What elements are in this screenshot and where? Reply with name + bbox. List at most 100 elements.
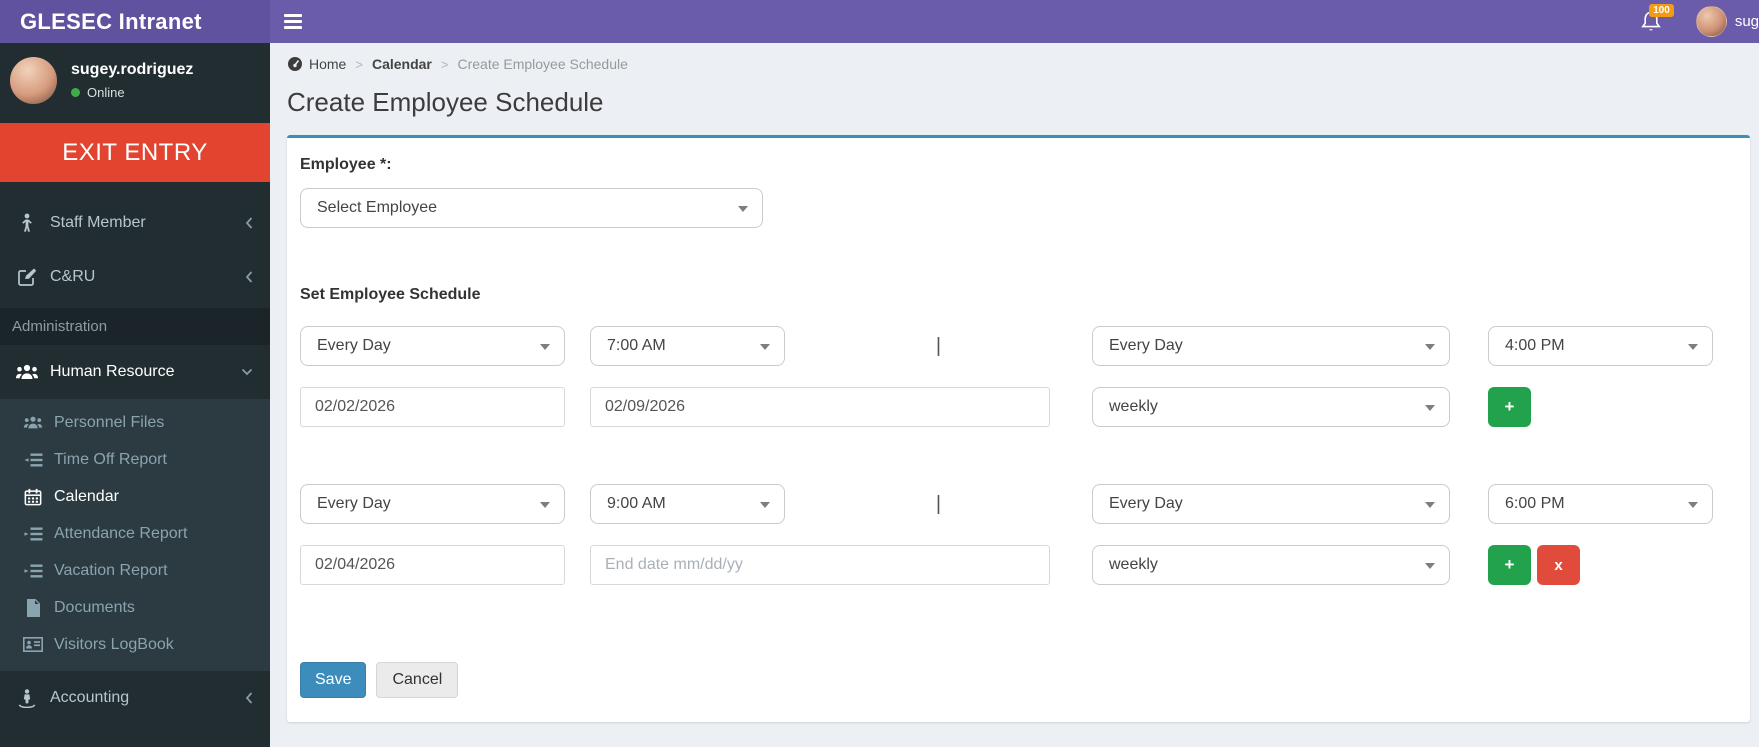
schedule-2-end-date-input[interactable] xyxy=(590,545,1050,585)
schedule-form-card: Employee *: Select Employee Set Employee… xyxy=(287,135,1750,722)
submenu-item-label: Time Off Report xyxy=(54,450,167,468)
breadcrumb-current: Create Employee Schedule xyxy=(457,56,628,72)
users-icon xyxy=(15,363,39,381)
list-icon xyxy=(22,452,44,468)
sidebar-item-label: C&RU xyxy=(50,268,96,285)
sidebar-item-accounting[interactable]: Accounting xyxy=(0,671,270,725)
save-button[interactable]: Save xyxy=(300,662,367,698)
schedule-2-end-day-select[interactable]: Every Day xyxy=(1092,484,1450,524)
sidebar-item-cru[interactable]: C&RU xyxy=(0,250,270,304)
person-icon xyxy=(15,213,39,233)
employee-label: Employee *: xyxy=(300,156,392,173)
exit-entry-button[interactable]: EXIT ENTRY xyxy=(0,123,270,182)
caret-down-icon xyxy=(540,344,550,350)
schedule-2-start-time-select[interactable]: 9:00 AM xyxy=(590,484,785,524)
user-status-label: Online xyxy=(87,84,125,100)
hr-submenu: Personnel Files Time Off Report Calendar… xyxy=(0,399,270,671)
start-time-value: 9:00 AM xyxy=(607,495,666,512)
breadcrumb-calendar[interactable]: Calendar xyxy=(372,56,432,72)
sidebar-item-visitors-logbook[interactable]: Visitors LogBook xyxy=(0,626,270,663)
remove-schedule-button[interactable]: x xyxy=(1537,545,1580,585)
chevron-left-icon xyxy=(244,215,254,231)
sidebar-item-vacation-report[interactable]: Vacation Report xyxy=(0,552,270,589)
chevron-left-icon xyxy=(244,690,254,706)
address-card-icon xyxy=(22,637,44,652)
end-time-value: 6:00 PM xyxy=(1505,495,1565,512)
submenu-item-label: Calendar xyxy=(54,487,119,505)
caret-down-icon xyxy=(1425,405,1435,411)
sidebar-section-administration: Administration xyxy=(0,308,270,345)
cancel-button[interactable]: Cancel xyxy=(376,662,459,698)
add-schedule-button[interactable]: + xyxy=(1488,545,1531,585)
schedule-1-start-day-select[interactable]: Every Day xyxy=(300,326,565,366)
notifications-button[interactable]: 100 xyxy=(1640,3,1674,34)
navbar-right: 100 sug xyxy=(1640,0,1759,43)
sidebar-item-time-off-report[interactable]: Time Off Report xyxy=(0,441,270,478)
hamburger-menu-icon[interactable] xyxy=(270,0,316,43)
schedule-1-dates-row: weekly + xyxy=(300,387,1750,427)
edit-icon xyxy=(15,267,39,287)
caret-down-icon xyxy=(540,502,550,508)
schedule-separator: | xyxy=(935,334,942,357)
caret-down-icon xyxy=(1425,563,1435,569)
sidebar-item-personnel-files[interactable]: Personnel Files xyxy=(0,404,270,441)
person-podium-icon xyxy=(15,688,39,708)
start-time-value: 7:00 AM xyxy=(607,337,666,354)
users-icon xyxy=(22,415,44,430)
file-icon xyxy=(22,598,44,617)
schedule-1-times-row: Every Day 7:00 AM | Every Day 4:00 PM xyxy=(300,326,1750,366)
schedule-1-frequency-select[interactable]: weekly xyxy=(1092,387,1450,427)
sidebar-item-label: Human Resource xyxy=(50,363,175,380)
schedule-1-end-time-select[interactable]: 4:00 PM xyxy=(1488,326,1713,366)
start-day-value: Every Day xyxy=(317,495,391,512)
employee-select-value: Select Employee xyxy=(317,199,438,216)
sidebar-item-calendar[interactable]: Calendar xyxy=(0,478,270,515)
caret-down-icon xyxy=(738,206,748,212)
end-day-value: Every Day xyxy=(1109,337,1183,354)
schedule-1-start-date-input[interactable] xyxy=(300,387,565,427)
navbar-user-label[interactable]: sug xyxy=(1735,13,1759,30)
submenu-item-label: Vacation Report xyxy=(54,561,168,579)
user-status: Online xyxy=(71,85,193,100)
form-actions: Save Cancel xyxy=(300,662,1750,698)
user-name: sugey.rodriguez xyxy=(71,60,194,78)
user-avatar xyxy=(10,56,57,104)
calendar-icon xyxy=(22,488,44,506)
submenu-item-label: Documents xyxy=(54,598,135,616)
schedule-2-times-row: Every Day 9:00 AM | Every Day 6:00 PM xyxy=(300,484,1750,524)
schedule-2-end-time-select[interactable]: 6:00 PM xyxy=(1488,484,1713,524)
chevron-down-icon xyxy=(240,367,254,377)
caret-down-icon xyxy=(760,344,770,350)
navbar-avatar[interactable] xyxy=(1695,6,1727,37)
sidebar-item-label: Staff Member xyxy=(50,214,146,231)
schedule-2-frequency-select[interactable]: weekly xyxy=(1092,545,1450,585)
caret-down-icon xyxy=(1688,502,1698,508)
sidebar-item-staff-member[interactable]: Staff Member xyxy=(0,196,270,250)
frequency-value: weekly xyxy=(1109,556,1158,573)
top-navbar: GLESEC Intranet 100 sug xyxy=(0,0,1759,43)
employee-select[interactable]: Select Employee xyxy=(300,188,763,228)
schedule-2-start-day-select[interactable]: Every Day xyxy=(300,484,565,524)
caret-down-icon xyxy=(1688,344,1698,350)
schedule-2-start-date-input[interactable] xyxy=(300,545,565,585)
breadcrumb-home[interactable]: Home xyxy=(287,56,346,72)
add-schedule-button[interactable]: + xyxy=(1488,387,1531,427)
caret-down-icon xyxy=(1425,502,1435,508)
submenu-item-label: Personnel Files xyxy=(54,413,165,431)
dashboard-icon xyxy=(288,57,302,71)
end-time-value: 4:00 PM xyxy=(1505,337,1565,354)
main-content: Home > Calendar > Create Employee Schedu… xyxy=(270,43,1759,747)
sidebar-menu: Staff Member C&RU xyxy=(0,196,270,304)
page-title: Create Employee Schedule xyxy=(287,87,604,117)
sidebar-item-documents[interactable]: Documents xyxy=(0,589,270,626)
schedule-1-end-date-input[interactable] xyxy=(590,387,1050,427)
end-day-value: Every Day xyxy=(1109,495,1183,512)
sidebar-item-attendance-report[interactable]: Attendance Report xyxy=(0,515,270,552)
schedule-1-end-day-select[interactable]: Every Day xyxy=(1092,326,1450,366)
sidebar-item-human-resource[interactable]: Human Resource xyxy=(0,345,270,399)
caret-down-icon xyxy=(1425,344,1435,350)
sidebar-item-partial[interactable] xyxy=(0,741,270,747)
schedule-separator: | xyxy=(935,492,942,515)
schedule-1-start-time-select[interactable]: 7:00 AM xyxy=(590,326,785,366)
submenu-item-label: Attendance Report xyxy=(54,524,188,542)
